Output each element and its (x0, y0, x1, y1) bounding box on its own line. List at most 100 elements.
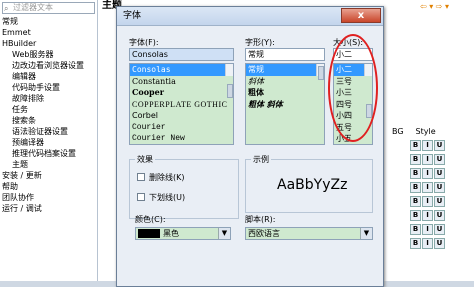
tree-item[interactable]: 预编译器 (0, 137, 98, 148)
font-name-list[interactable]: Consolas Constantia Cooper COPPERPLATE G… (129, 63, 234, 145)
tree-item[interactable]: 语法验证器设置 (0, 126, 98, 137)
filter-input[interactable]: ⌕ 过滤器文本 (2, 2, 95, 14)
tree-item[interactable]: 代码助手设置 (0, 82, 98, 93)
list-item[interactable]: Corbel (130, 110, 233, 122)
underline-toggle[interactable]: U (434, 154, 445, 165)
effects-label: 效果 (135, 154, 155, 165)
underline-checkbox[interactable] (137, 193, 145, 201)
style-row: BIU (410, 224, 474, 235)
bold-toggle[interactable]: B (410, 168, 421, 179)
sample-text: AaBbYyZz (277, 177, 348, 193)
underline-toggle[interactable]: U (434, 196, 445, 207)
bold-toggle[interactable]: B (410, 154, 421, 165)
bold-toggle[interactable]: B (410, 210, 421, 221)
list-item[interactable]: 粗体 斜体 (246, 99, 324, 111)
italic-toggle[interactable]: I (422, 238, 433, 249)
bg-column-header: BG (392, 127, 404, 136)
style-row: BIU (410, 154, 474, 165)
list-item[interactable]: 粗体 (246, 87, 324, 99)
style-row: BIU (410, 196, 474, 207)
preferences-sidebar: ⌕ 过滤器文本 常规 Emmet HBuilder Web服务器 边改边看浏览器… (0, 0, 98, 281)
font-name-input[interactable]: Consolas (129, 48, 234, 61)
list-item[interactable]: Courier (130, 122, 233, 134)
style-label: 字形(Y): (245, 38, 275, 47)
style-column-header: Style (415, 127, 436, 136)
color-swatch (138, 229, 160, 238)
script-value: 西欧语言 (248, 229, 280, 238)
style-columns: BG Style BIU BIU BIU BIU BIU BIU BIU BIU (384, 127, 474, 267)
style-row: BIU (410, 210, 474, 221)
script-label: 脚本(R): (245, 215, 276, 224)
bold-toggle[interactable]: B (410, 224, 421, 235)
underline-toggle[interactable]: U (434, 168, 445, 179)
nav-arrows-icon[interactable]: ⇦ ▾ ⇨ ▾ (420, 2, 449, 11)
tree-item[interactable]: 主题 (0, 159, 98, 170)
style-row: BIU (410, 140, 474, 151)
scroll-thumb[interactable] (318, 66, 324, 80)
sample-label: 示例 (251, 154, 271, 165)
style-list-scrollbar[interactable] (316, 64, 324, 80)
tree-item[interactable]: 编辑器 (0, 71, 98, 82)
tree-item[interactable]: 安装 / 更新 (0, 170, 98, 181)
tree-item[interactable]: Emmet (0, 27, 98, 38)
tree-item[interactable]: 推理代码档案设置 (0, 148, 98, 159)
color-label: 颜色(C): (135, 215, 166, 224)
font-style-input[interactable]: 常规 (245, 48, 325, 61)
bold-toggle[interactable]: B (410, 182, 421, 193)
italic-toggle[interactable]: I (422, 140, 433, 151)
script-select[interactable]: 西欧语言 ▼ (245, 227, 373, 240)
tree-item[interactable]: HBuilder (0, 38, 98, 49)
style-row: BIU (410, 238, 474, 249)
tree-item[interactable]: 团队协作 (0, 192, 98, 203)
list-item[interactable]: 常规 (246, 64, 324, 76)
search-icon: ⌕ (4, 4, 9, 13)
list-item[interactable]: Cooper (130, 87, 233, 99)
color-select[interactable]: 黑色 ▼ (135, 227, 231, 240)
underline-toggle[interactable]: U (434, 238, 445, 249)
bold-toggle[interactable]: B (410, 140, 421, 151)
underline-toggle[interactable]: U (434, 140, 445, 151)
close-icon: x (357, 10, 365, 21)
italic-toggle[interactable]: I (422, 154, 433, 165)
style-row: BIU (410, 182, 474, 193)
tree-item[interactable]: 常规 (0, 16, 98, 27)
highlight-annotation (328, 34, 378, 142)
tree-item[interactable]: 故障排除 (0, 93, 98, 104)
bold-toggle[interactable]: B (410, 196, 421, 207)
filter-placeholder: 过滤器文本 (13, 3, 53, 12)
chevron-down-icon[interactable]: ▼ (360, 228, 372, 239)
list-item[interactable]: 斜体 (246, 76, 324, 88)
color-value: 黑色 (163, 229, 179, 238)
tree-item[interactable]: 帮助 (0, 181, 98, 192)
tree-item[interactable]: 边改边看浏览器设置 (0, 60, 98, 71)
style-row: BIU (410, 168, 474, 179)
italic-toggle[interactable]: I (422, 196, 433, 207)
italic-toggle[interactable]: I (422, 168, 433, 179)
strikeout-checkbox[interactable] (137, 173, 145, 181)
underline-toggle[interactable]: U (434, 210, 445, 221)
tree-item[interactable]: 任务 (0, 104, 98, 115)
font-style-list[interactable]: 常规 斜体 粗体 粗体 斜体 (245, 63, 325, 145)
scroll-thumb[interactable] (227, 84, 233, 98)
chevron-down-icon[interactable]: ▼ (218, 228, 230, 239)
dialog-title: 字体 (123, 11, 142, 21)
italic-toggle[interactable]: I (422, 224, 433, 235)
underline-toggle[interactable]: U (434, 182, 445, 193)
list-item[interactable]: Courier New (130, 133, 233, 144)
underline-toggle[interactable]: U (434, 224, 445, 235)
list-item[interactable]: Constantia (130, 76, 233, 88)
effects-group (129, 159, 239, 219)
list-item[interactable]: COPPERPLATE GOTHIC (130, 99, 233, 111)
tree-item[interactable]: Web服务器 (0, 49, 98, 60)
font-list-scrollbar[interactable] (225, 64, 233, 98)
list-item[interactable]: Consolas (130, 64, 233, 76)
tree-item[interactable]: 运行 / 调试 (0, 203, 98, 214)
tree-item[interactable]: 搜索条 (0, 115, 98, 126)
bold-toggle[interactable]: B (410, 238, 421, 249)
underline-label: 下划线(U) (149, 193, 186, 202)
italic-toggle[interactable]: I (422, 210, 433, 221)
preferences-tree: 常规 Emmet HBuilder Web服务器 边改边看浏览器设置 编辑器 代… (0, 16, 98, 214)
italic-toggle[interactable]: I (422, 182, 433, 193)
strikeout-label: 删除线(K) (149, 173, 185, 182)
close-button[interactable]: x (341, 8, 381, 23)
